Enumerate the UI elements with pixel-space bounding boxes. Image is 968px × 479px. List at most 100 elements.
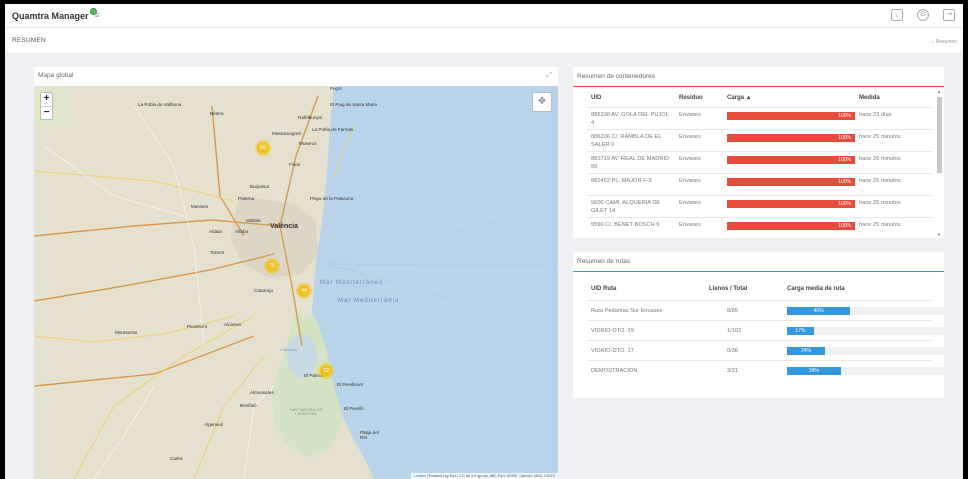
map-park-label: PARC NATURAL DE L'ALBUFERA (289, 408, 323, 416)
map-sea-label: Mar Mediterrània (338, 298, 400, 304)
map-place-label: Foios (289, 162, 301, 167)
load-bar-label: 100% (838, 201, 851, 207)
top-toolbar: ⌞ ⚙ ⇥ (891, 9, 955, 21)
map-cluster-marker[interactable]: 76 (264, 258, 280, 274)
logout-icon[interactable]: ⇥ (943, 9, 955, 21)
map-place-label: Picassent (187, 324, 207, 329)
cell-residuo: Envases (679, 178, 701, 184)
cluster-count: 76 (266, 260, 278, 272)
load-bar-label: 100% (838, 113, 851, 119)
chart-icon[interactable]: ⌞ (891, 9, 903, 21)
load-bar: 100% (727, 156, 855, 164)
map-attribution: Leaflet | Powered by Esri | CC by 4.0 ig… (411, 473, 558, 479)
cell-residuo: Envases (679, 222, 701, 228)
map-cluster-marker[interactable]: 44 (296, 283, 312, 299)
table-row[interactable]: Ruta Pedanías Sur Envases 8/85 40% (587, 300, 945, 320)
table-row[interactable]: 5600 CAMI. ALQUERIA DE GILET 14 Envases 10… (587, 195, 932, 217)
cell-uid: 882452 PL. MAJOR F-3 (591, 178, 652, 184)
map-place-label: Mislata (246, 218, 261, 223)
cell-uid: 5600 CAMI. ALQUERIA DE GILET 14 (591, 200, 661, 214)
table-row[interactable]: 883719 AV. REAL DE MADRID 59 Envases 100% h… (587, 151, 932, 173)
column-header-medida[interactable]: Medida (859, 95, 880, 101)
load-bar-label: 100% (838, 179, 851, 185)
page-header: RESUMEN ⌂ Resumen (5, 28, 963, 54)
column-header-uid[interactable]: UID (591, 95, 601, 101)
load-bar-track: 100% (727, 156, 855, 164)
cell-route-uid: DEMOSTRACION (591, 368, 638, 374)
route-load-bar: 40% (787, 307, 851, 315)
load-bar: 100% (727, 112, 855, 120)
brand-logo[interactable]: Quamtra Manager (12, 8, 97, 21)
containers-scrollbar[interactable]: ▲ ▼ (936, 89, 942, 237)
map-place-label: Algemesí (204, 422, 224, 427)
containers-summary-card: Resumen de contenedores UID Residuo Carg… (573, 67, 944, 238)
cell-medida: hace 25 minutos (859, 134, 901, 140)
map-tiles (34, 86, 558, 479)
table-row[interactable]: DEMOSTRACION 3/21 34% (587, 360, 945, 380)
breadcrumb[interactable]: ⌂ Resumen (931, 39, 957, 45)
route-load-bar: 34% (787, 367, 841, 375)
map-place-label: Playa de la Patacona (310, 196, 354, 201)
map-place-label: Carlet (170, 456, 183, 461)
table-row[interactable]: VIDRIO-DTO. 17 0/36 24% (587, 340, 945, 360)
table-row[interactable]: 886336 C/. RAMBLA DE EL SALER 0 Envases 10… (587, 129, 932, 151)
routes-table: UID Ruta Llenos / Total Carga media de r… (587, 272, 945, 398)
cell-medida: hace 26 minutos (859, 156, 901, 162)
scroll-up-icon[interactable]: ▲ (936, 89, 942, 94)
column-header-carga-media[interactable]: Carga media de ruta (787, 286, 845, 292)
attribution-text: | Powered by Esri | CC by 4.0 ign.es, IN… (426, 474, 555, 478)
map-place-label: València (270, 223, 299, 230)
map-place-label: Burjassot (250, 184, 270, 189)
zoom-out-button[interactable]: − (41, 106, 52, 119)
route-bar-track: 24% (787, 347, 945, 355)
cell-route-uid: VIDRIO-DTO. 17 (591, 348, 634, 354)
cell-medida: hace 25 minutos (859, 200, 901, 206)
map-place-label: La Pobla de Vallbona (138, 102, 182, 107)
gear-icon[interactable]: ⚙ (917, 9, 929, 21)
route-bar-track: 17% (787, 327, 945, 335)
route-load-bar: 17% (787, 327, 814, 335)
column-header-residuo[interactable]: Residuo (679, 95, 703, 101)
cell-llenos: 8/85 (727, 308, 739, 314)
cluster-count: 60 (257, 142, 269, 154)
column-header-carga[interactable]: Carga ▲ (727, 95, 752, 101)
cell-route-uid: VIDRIO-DTO. 19 (591, 328, 634, 334)
leaflet-link[interactable]: Leaflet (414, 474, 425, 478)
layers-icon[interactable]: ❖ (532, 92, 552, 112)
zoom-in-button[interactable]: + (41, 93, 52, 106)
load-bar: 100% (727, 134, 855, 142)
map-place-label: Aldaia (209, 229, 222, 234)
map-place-label: La Pobla de Farnals (312, 127, 354, 132)
map-canvas[interactable]: Puçol La Pobla de Vallbona Bétera El Pui… (34, 86, 558, 479)
map-place-label: Alcàsser (224, 322, 242, 327)
top-navbar: Quamtra Manager ≡ ⌞ ⚙ ⇥ (5, 4, 963, 28)
load-bar-track: 100% (727, 134, 855, 142)
column-header-llenos[interactable]: Llenos / Total (709, 286, 747, 292)
cell-llenos: 0/36 (727, 348, 739, 354)
table-row[interactable]: VIDRIO-DTO. 19 1/102 17% (587, 320, 945, 340)
scrollbar-thumb[interactable] (937, 97, 942, 173)
column-header-uid-ruta[interactable]: UID Ruta (591, 286, 616, 292)
cell-uid: 886336 C/. RAMBLA DE EL SALER 0 (591, 134, 662, 148)
containers-card-title: Resumen de contenedores (573, 67, 944, 87)
cell-llenos: 3/21 (727, 368, 739, 374)
expand-icon[interactable]: ⤢ (546, 72, 552, 80)
hamburger-menu-icon[interactable]: ≡ (92, 10, 102, 20)
table-row[interactable]: 5590 C/. BENET BOSCH 6 Envases 100% hace 25… (587, 217, 932, 238)
load-bar: 100% (727, 200, 855, 208)
table-row[interactable]: 886338 AV. GOLA DEL PUJOL 4 Envases 100% ha… (587, 107, 932, 129)
scroll-down-icon[interactable]: ▼ (936, 232, 942, 237)
cell-residuo: Envases (679, 134, 701, 140)
app-window: Quamtra Manager ≡ ⌞ ⚙ ⇥ RESUMEN ⌂ Resume… (5, 4, 963, 479)
map-place-label: Paterna (238, 196, 255, 201)
table-row[interactable]: 882452 PL. MAJOR F-3 Envases 100% hace 25 m… (587, 173, 932, 195)
map-cluster-marker[interactable]: 72 (318, 363, 334, 379)
map-place-label: Rafelbunyol (298, 115, 323, 120)
route-bar-label: 40% (813, 308, 824, 314)
cell-residuo: Envases (679, 156, 701, 162)
map-cluster-marker[interactable]: 60 (255, 140, 271, 156)
map-place-label: Platja del Rei (360, 430, 379, 440)
cluster-count: 72 (320, 365, 332, 377)
cell-llenos: 1/102 (727, 328, 742, 334)
route-bar-label: 17% (795, 328, 806, 334)
